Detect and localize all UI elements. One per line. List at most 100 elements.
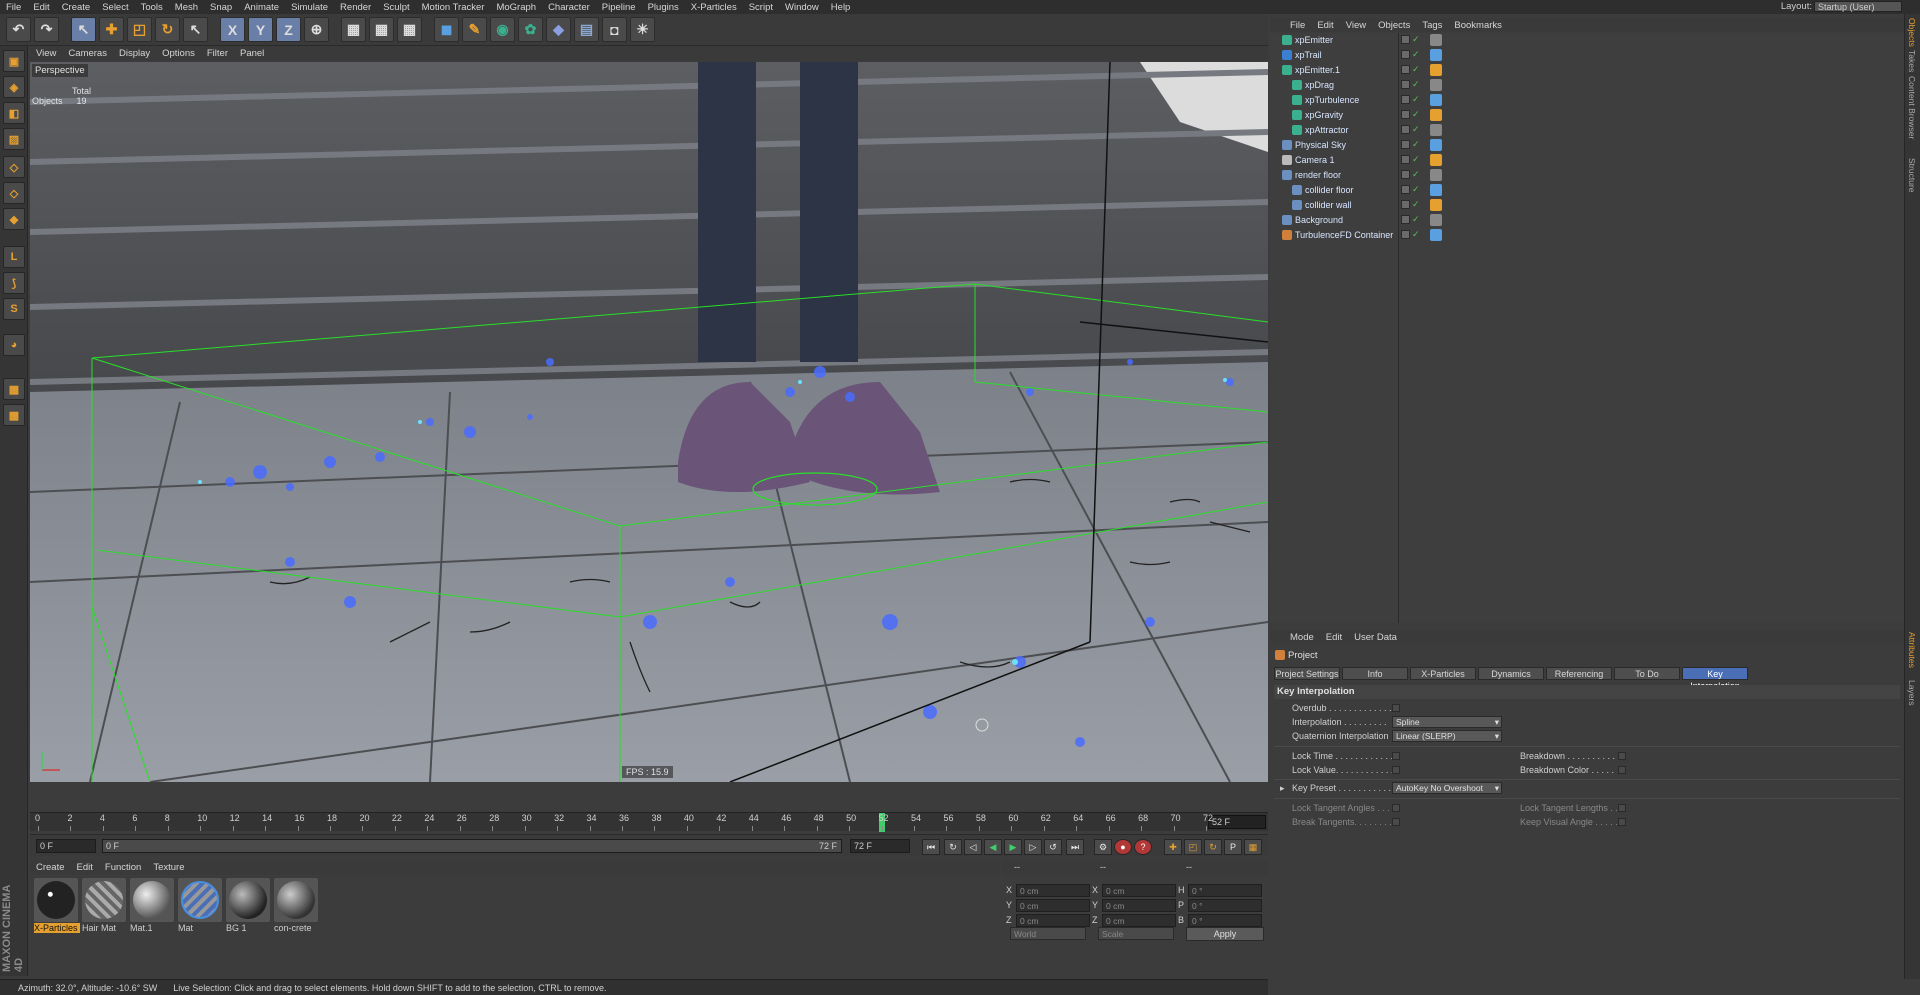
start-frame-field[interactable]: 0 F [36,839,96,853]
enabled-check-icon[interactable]: ✓ [1412,229,1420,240]
scale-icon[interactable]: ◰ [127,17,152,42]
points-mode-icon[interactable]: ◇ [3,156,25,178]
menu-animate[interactable]: Animate [238,2,285,13]
object-row[interactable]: xpDrag ✓ [1270,78,1904,93]
object-row[interactable]: xpGravity ✓ [1270,108,1904,123]
menu-create[interactable]: Create [56,2,97,13]
tab-x-particles[interactable]: X-Particles [1410,667,1476,680]
previous-key-icon[interactable]: ◁ [964,839,982,855]
object-tag-icon[interactable] [1430,214,1442,226]
menu-snap[interactable]: Snap [204,2,238,13]
model-mode-icon[interactable]: ◈ [3,76,25,98]
break-tangents-checkbox[interactable] [1392,818,1400,826]
key-parameter-icon[interactable]: P [1224,839,1242,855]
cube-icon[interactable]: ◼ [434,17,459,42]
menu-character[interactable]: Character [542,2,596,13]
object-menu-view[interactable]: View [1340,20,1372,31]
menu-select[interactable]: Select [96,2,134,13]
object-tag-icon[interactable] [1430,94,1442,106]
live-selection-icon[interactable]: ↖ [71,17,96,42]
deformer-icon[interactable]: ◆ [546,17,571,42]
menu-simulate[interactable]: Simulate [285,2,334,13]
menu-render[interactable]: Render [334,2,377,13]
key-preset-dropdown[interactable]: AutoKey No Overshoot ▾ [1392,782,1502,794]
coord-value-field[interactable]: 0 cm [1102,899,1176,912]
material-swatch[interactable]: Mat [178,878,224,933]
visibility-toggle[interactable] [1401,50,1410,59]
tab-info[interactable]: Info [1342,667,1408,680]
enabled-check-icon[interactable]: ✓ [1412,49,1420,60]
menu-sculpt[interactable]: Sculpt [377,2,415,13]
texture-mode-icon[interactable]: ◧ [3,102,25,124]
object-menu-bookmarks[interactable]: Bookmarks [1448,20,1508,31]
dock-tab-layers[interactable]: Layers [1907,680,1917,706]
viewport-menu-options[interactable]: Options [156,48,201,59]
visibility-toggle[interactable] [1401,110,1410,119]
object-tag-icon[interactable] [1430,169,1442,181]
material-menu-texture[interactable]: Texture [147,862,190,873]
enabled-check-icon[interactable]: ✓ [1412,184,1420,195]
enabled-check-icon[interactable]: ✓ [1412,154,1420,165]
object-menu-objects[interactable]: Objects [1372,20,1416,31]
size-mode-dropdown[interactable]: Scale [1098,927,1174,940]
key-position-icon[interactable]: ✚ [1164,839,1182,855]
interpolation-dropdown[interactable]: Spline ▾ [1392,716,1502,728]
visibility-toggle[interactable] [1401,65,1410,74]
go-to-start-icon[interactable]: ⏮ [922,839,940,855]
visibility-toggle[interactable] [1401,125,1410,134]
x-axis-button[interactable]: X [220,17,245,42]
breakdown-checkbox[interactable] [1618,752,1626,760]
enabled-check-icon[interactable]: ✓ [1412,94,1420,105]
object-menu-tags[interactable]: Tags [1416,20,1448,31]
y-axis-button[interactable]: Y [248,17,273,42]
next-key-icon[interactable]: ▷ [1024,839,1042,855]
dock-tab-structure[interactable]: Structure [1907,158,1917,193]
viewport-menu-display[interactable]: Display [113,48,156,59]
coord-value-field[interactable]: 0 ° [1188,899,1262,912]
visibility-toggle[interactable] [1401,215,1410,224]
enabled-check-icon[interactable]: ✓ [1412,34,1420,45]
tab-key-interpolation[interactable]: Key Interpolation [1682,667,1748,691]
timeline-current-frame-field[interactable]: 52 F [1208,815,1266,829]
section-header[interactable]: Key Interpolation [1274,685,1900,699]
coordinate-system-icon[interactable]: ⊕ [304,17,329,42]
object-name[interactable]: collider wall [1305,200,1352,210]
attribute-menu-mode[interactable]: Mode [1284,632,1320,643]
object-row[interactable]: collider wall ✓ [1270,198,1904,213]
visibility-toggle[interactable] [1401,200,1410,209]
object-row[interactable]: Physical Sky ✓ [1270,138,1904,153]
menu-window[interactable]: Window [779,2,825,13]
preview-range-slider[interactable]: 0 F 72 F [102,839,842,853]
material-menu-create[interactable]: Create [30,862,71,873]
object-name[interactable]: Physical Sky [1295,140,1346,150]
material-swatch[interactable]: Mat.1 [130,878,176,933]
undo-icon[interactable]: ↶ [6,17,31,42]
visibility-toggle[interactable] [1401,80,1410,89]
menu-mograph[interactable]: MoGraph [490,2,542,13]
coord-value-field[interactable]: 0 ° [1188,914,1262,927]
floor-icon[interactable]: ▤ [574,17,599,42]
object-row[interactable]: TurbulenceFD Container ✓ [1270,228,1904,243]
enabled-check-icon[interactable]: ✓ [1412,124,1420,135]
subdivision-icon[interactable]: ◉ [490,17,515,42]
object-row[interactable]: render floor ✓ [1270,168,1904,183]
breakdown-color-checkbox[interactable] [1618,766,1626,774]
coord-value-field[interactable]: 0 cm [1102,884,1176,897]
object-tag-icon[interactable] [1430,124,1442,136]
object-tag-icon[interactable] [1430,49,1442,61]
camera-icon[interactable]: ◘ [602,17,627,42]
object-name[interactable]: xpTrail [1295,50,1322,60]
object-menu-file[interactable]: File [1284,20,1311,31]
object-row[interactable]: xpTrail ✓ [1270,48,1904,63]
loop-icon[interactable]: ↻ [944,839,962,855]
object-name[interactable]: xpEmitter [1295,35,1333,45]
layout-select[interactable]: Startup (User) [1814,1,1902,12]
coordinate-mode-dropdown[interactable]: World [1010,927,1086,940]
object-row[interactable]: xpEmitter.1 ✓ [1270,63,1904,78]
coord-value-field[interactable]: 0 cm [1102,914,1176,927]
tab-project-settings[interactable]: Project Settings [1274,667,1340,680]
material-swatch[interactable]: con-crete [274,878,320,933]
visibility-toggle[interactable] [1401,230,1410,239]
tweak-mode-icon[interactable]: ⟆ [3,272,25,294]
object-tag-icon[interactable] [1430,184,1442,196]
